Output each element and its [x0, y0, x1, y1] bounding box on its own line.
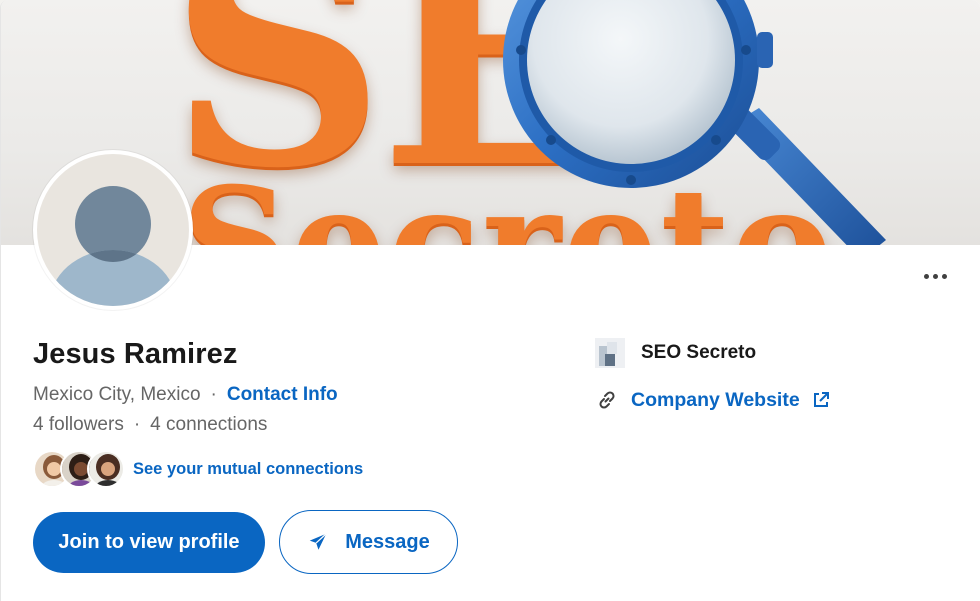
company-website-label: Company Website — [631, 388, 800, 411]
company-name: SEO Secreto — [641, 342, 757, 363]
connections-count: 4 connections — [150, 414, 268, 435]
network-stats: 4 followers · 4 connections — [33, 414, 267, 436]
more-options-button[interactable] — [915, 262, 955, 290]
mutual-avatar — [87, 450, 125, 488]
default-person-icon — [49, 186, 177, 306]
link-icon — [599, 391, 615, 409]
profile-name: Jesus Ramirez — [33, 338, 238, 370]
mutual-connections-link[interactable]: See your mutual connections — [133, 460, 363, 479]
mutual-connections[interactable]: See your mutual connections — [33, 450, 363, 488]
ellipsis-icon — [923, 273, 929, 279]
message-button[interactable]: Message — [279, 510, 458, 574]
location-line: Mexico City, Mexico · Contact Info — [33, 384, 338, 406]
avatar — [33, 150, 193, 310]
company-logo — [595, 338, 625, 368]
magnifier-icon — [503, 0, 886, 245]
mutual-avatars — [33, 450, 125, 488]
message-button-label: Message — [345, 530, 430, 553]
external-link-icon — [813, 392, 829, 407]
send-icon — [310, 533, 327, 550]
profile-card: SE Secreto Jesus Ramirez Mexico City, Me… — [0, 0, 980, 601]
followers-count: 4 followers — [33, 414, 124, 435]
join-to-view-profile-button[interactable]: Join to view profile — [33, 512, 265, 573]
company-website-link[interactable]: Company Website — [595, 388, 830, 412]
separator-dot: · — [133, 414, 141, 435]
location-text: Mexico City, Mexico — [33, 384, 201, 405]
separator-dot: · — [210, 384, 217, 405]
current-company[interactable]: SEO Secreto — [595, 338, 756, 368]
contact-info-link[interactable]: Contact Info — [227, 384, 338, 406]
